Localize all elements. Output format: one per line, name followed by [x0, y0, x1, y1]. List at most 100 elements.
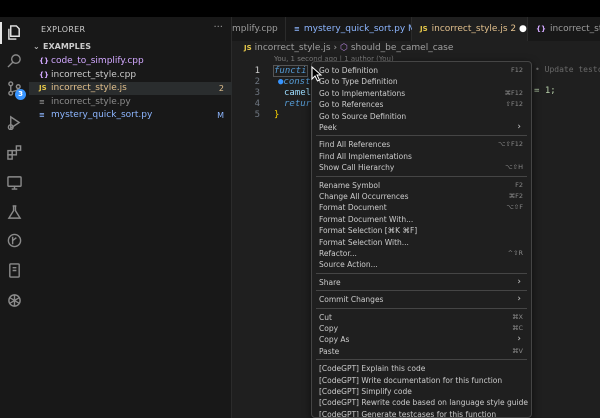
- menu-item-codegpt-explain-this-code[interactable]: [CodeGPT] Explain this code: [316, 363, 527, 374]
- file-type-icon: ≡: [39, 97, 45, 106]
- menu-separator: [316, 175, 527, 177]
- more-actions-icon[interactable]: ···: [213, 22, 223, 33]
- file-item[interactable]: ≡ mystery_quick_sort.py M: [29, 109, 232, 122]
- tab-incorrect-style-js[interactable]: JS incorrect_style.js 2 ●: [412, 17, 528, 41]
- chatgpt-icon[interactable]: [5, 291, 24, 310]
- menu-item-label: Format Selection [⌘K ⌘F]: [319, 226, 418, 236]
- menu-item-label: Go to Type Definition: [319, 77, 398, 87]
- menu-item-source-action[interactable]: Source Action...: [316, 259, 527, 270]
- menu-item-paste[interactable]: Paste ⌘V: [316, 346, 527, 357]
- menu-item-format-selection-with[interactable]: Format Selection With...: [316, 237, 527, 248]
- menu-item-label: Cut: [319, 312, 332, 322]
- menu-item-label: [CodeGPT] Generate testcases for this fu…: [319, 409, 497, 418]
- menu-item-go-to-references[interactable]: Go to References ⇧F12: [316, 99, 527, 110]
- menu-item-go-to-type-definition[interactable]: Go to Type Definition: [316, 76, 527, 87]
- tab-label: mystery_quick_sort.py: [303, 24, 406, 34]
- code-tail-text: = 1;: [534, 86, 556, 96]
- menu-item-codegpt-write-documentation-for-this-function[interactable]: [CodeGPT] Write documentation for this f…: [316, 375, 527, 386]
- chevron-down-icon: ⌄: [33, 42, 40, 51]
- chevron-right-icon: ›: [517, 276, 521, 287]
- menu-item-cut[interactable]: Cut ⌘X: [316, 312, 527, 323]
- menu-item-label: [CodeGPT] Simplify code: [319, 387, 412, 396]
- menu-item-shortcut: ⌘V: [512, 346, 523, 355]
- js-file-icon: JS: [420, 25, 428, 33]
- file-item[interactable]: {} incorrect_style.cpp: [29, 69, 232, 82]
- code-line-1: functi: [273, 65, 308, 77]
- menu-item-peek[interactable]: Peek ›: [316, 122, 527, 133]
- menu-item-label: Format Document With...: [319, 214, 414, 224]
- file-name: incorrect_style.cpp: [51, 69, 137, 80]
- menu-separator: [316, 272, 527, 274]
- menu-item-label: [CodeGPT] Write documentation for this f…: [319, 375, 503, 385]
- source-control-icon[interactable]: 3: [5, 79, 26, 100]
- tab-mplify-cpp[interactable]: mplify.cpp: [232, 17, 286, 41]
- js-file-icon: JS: [244, 44, 252, 52]
- menu-item-copy-as[interactable]: Copy As ›: [316, 334, 527, 345]
- breadcrumb-symbol[interactable]: should_be_camel_case: [351, 43, 454, 53]
- menu-item-shortcut: F2: [515, 180, 523, 189]
- notebook-icon[interactable]: [5, 261, 24, 280]
- file-item[interactable]: JS incorrect_style.js 2: [29, 82, 232, 96]
- menu-item-shortcut: ⌘F2: [508, 192, 523, 200]
- menu-item-codegpt-rewrite-code-based-on-language-style-guide[interactable]: [CodeGPT] Rewrite code based on language…: [316, 397, 528, 408]
- menu-item-find-all-implementations[interactable]: Find All Implementations: [316, 151, 527, 162]
- explorer-icon[interactable]: [5, 23, 24, 42]
- menu-item-commit-changes[interactable]: Commit Changes ›: [316, 294, 527, 305]
- chevron-right-icon: ›: [333, 43, 338, 53]
- menu-item-go-to-implementations[interactable]: Go to Implementations ⌘F12: [316, 88, 527, 99]
- menu-item-label: Source Action...: [319, 260, 378, 270]
- extensions-icon[interactable]: [5, 143, 24, 162]
- code-line-5: }: [274, 110, 280, 120]
- tab-incorrect-style-cpp[interactable]: {}incorrect_sty: [528, 17, 600, 41]
- file-name: code_to_simplify.cpp: [51, 56, 144, 66]
- menu-item-format-document[interactable]: Format Document ⌥⇧F: [316, 202, 527, 213]
- file-type-icon: {}: [39, 70, 49, 79]
- run-debug-icon[interactable]: [5, 113, 24, 132]
- menu-item-change-all-occurrences[interactable]: Change All Occurrences ⌘F2: [316, 191, 527, 202]
- file-status: M: [217, 111, 224, 121]
- menu-item-go-to-definition[interactable]: Go to Definition F12: [316, 65, 527, 76]
- menu-item-copy[interactable]: Copy ⌘C: [316, 323, 527, 334]
- file-name: mystery_quick_sort.py: [51, 110, 153, 121]
- tab-label: mplify.cpp: [232, 24, 278, 34]
- search-icon[interactable]: [5, 51, 24, 70]
- file-item[interactable]: ≡ incorrect_style.py: [29, 96, 232, 109]
- menu-item-codegpt-generate-testcases-for-this-function[interactable]: [CodeGPT] Generate testcases for this fu…: [316, 409, 527, 418]
- file-item[interactable]: {} code_to_simplify.cpp: [29, 55, 232, 68]
- menu-item-go-to-source-definition[interactable]: Go to Source Definition: [316, 111, 527, 122]
- file-type-icon: JS: [39, 84, 47, 93]
- remote-explorer-icon[interactable]: [5, 173, 24, 192]
- menu-item-label: Show Call Hierarchy: [319, 163, 395, 173]
- unsaved-dot-icon[interactable]: ●: [519, 24, 527, 34]
- menu-item-shortcut: ^⇧R: [507, 249, 523, 257]
- menu-item-format-document-with[interactable]: Format Document With...: [316, 214, 527, 225]
- line-number: 2: [254, 77, 260, 87]
- menu-item-label: Peek: [319, 123, 337, 132]
- menu-item-label: Refactor...: [319, 249, 357, 258]
- menu-item-format-selection-k-f[interactable]: Format Selection [⌘K ⌘F]: [316, 225, 527, 236]
- menu-item-rename-symbol[interactable]: Rename Symbol F2: [316, 180, 527, 191]
- menu-item-show-call-hierarchy[interactable]: Show Call Hierarchy ⌥⇧H: [316, 162, 527, 173]
- menu-separator: [316, 359, 527, 361]
- symbol-icon: ⬡: [340, 43, 348, 53]
- menu-item-label: Format Selection With...: [319, 237, 409, 247]
- tab-mystery-quick-sort[interactable]: ≡mystery_quick_sort.py M ●: [286, 17, 427, 41]
- menu-item-label: Share: [319, 277, 341, 287]
- menu-item-shortcut: ⌥⇧H: [505, 163, 523, 172]
- testing-icon[interactable]: [5, 203, 24, 222]
- menu-item-label: Commit Changes: [319, 295, 384, 305]
- menu-item-refactor[interactable]: Refactor... ^⇧R: [316, 248, 527, 259]
- active-indicator: [0, 22, 2, 44]
- menu-item-shortcut: ⌥⇧F: [506, 203, 523, 212]
- title-bar: [0, 0, 600, 17]
- menu-item-share[interactable]: Share ›: [316, 277, 527, 288]
- breadcrumb-file[interactable]: incorrect_style.js: [255, 43, 331, 53]
- source-control-badge: 3: [15, 89, 26, 100]
- menu-item-find-all-references[interactable]: Find All References ⌥⇧F12: [316, 139, 527, 150]
- folder-examples[interactable]: ⌄ EXAMPLES: [33, 42, 91, 51]
- menu-separator: [316, 290, 527, 292]
- inline-suggestion: • Update testc: [535, 65, 600, 74]
- menu-item-codegpt-simplify-code[interactable]: [CodeGPT] Simplify code: [316, 386, 527, 397]
- git-graph-icon[interactable]: [5, 231, 24, 250]
- menu-item-shortcut: ⌥⇧F12: [498, 140, 523, 149]
